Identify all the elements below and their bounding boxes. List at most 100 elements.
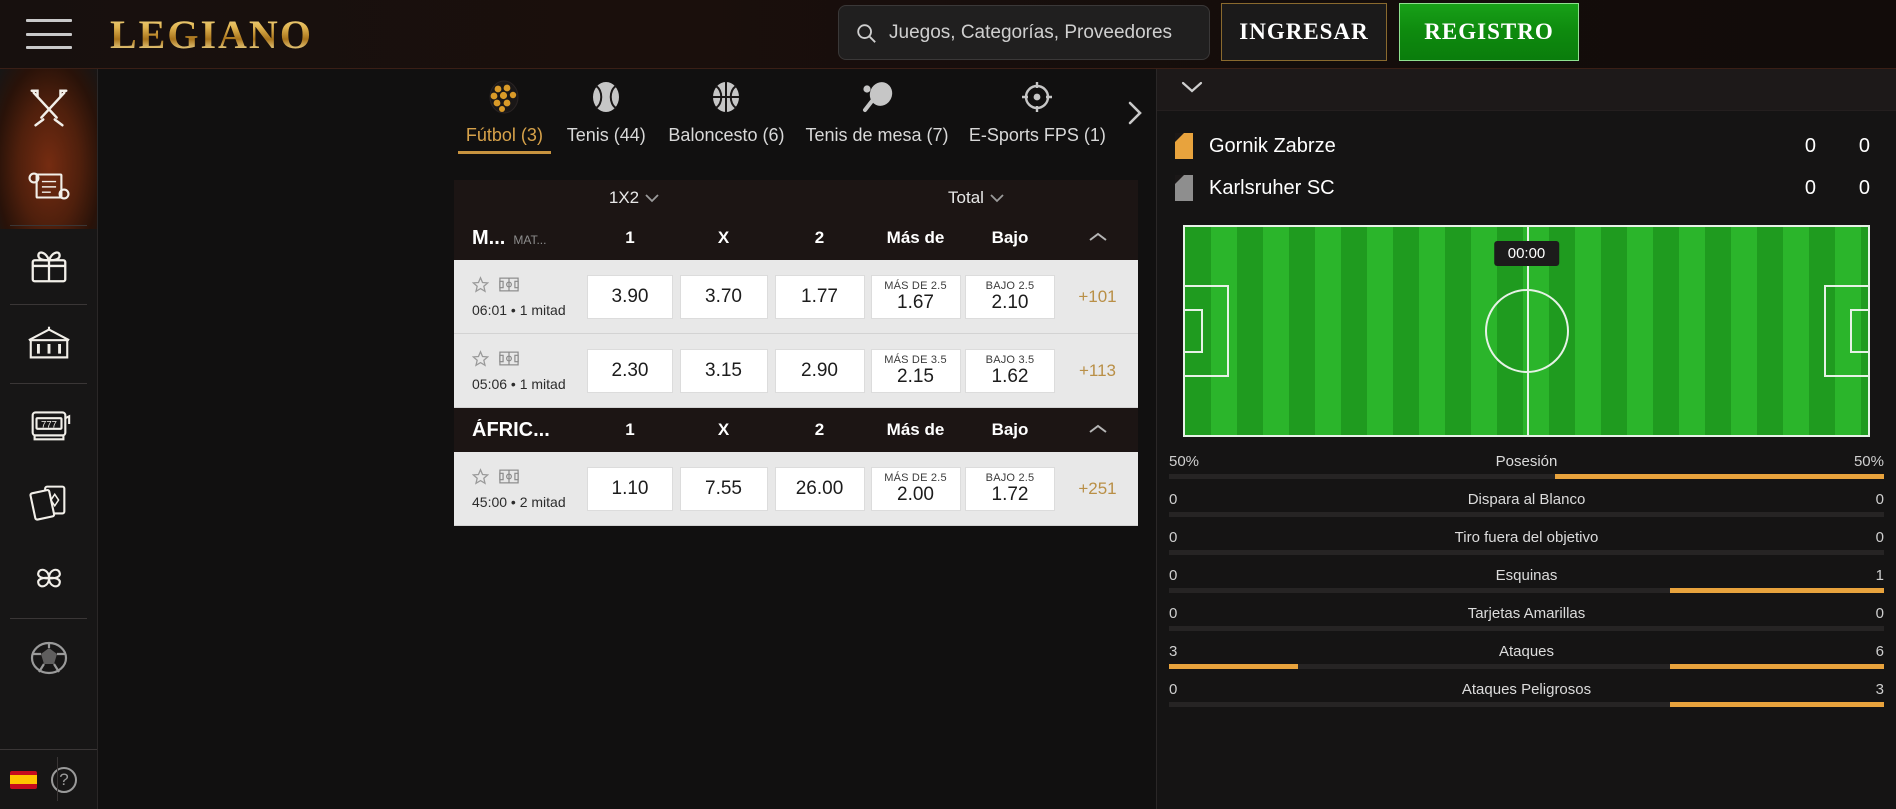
tennis-ball-icon (587, 75, 625, 119)
crosshair-icon (1018, 75, 1056, 119)
live-match-panel: Gornik Zabrze 0 0 Karlsruher SC 0 0 00:0… (1156, 69, 1896, 809)
odd-button-under[interactable]: BAJO 3.5 1.62 (965, 348, 1055, 393)
stat-home-value: 50% (1169, 453, 1200, 470)
stat-bar (1169, 588, 1884, 593)
field-stats-icon[interactable] (499, 469, 519, 489)
hamburger-icon[interactable] (26, 19, 72, 49)
row-icons (471, 275, 584, 298)
brand-logo[interactable]: LEGIANO (110, 11, 313, 58)
stat-bar (1169, 474, 1884, 479)
help-icon[interactable]: ? (51, 766, 77, 793)
group-collapse-button[interactable] (1057, 420, 1138, 440)
sidebar-footer: ? (0, 749, 97, 809)
odd-button-x[interactable]: 7.55 (679, 466, 768, 511)
sidebar-item-bonuses[interactable] (0, 226, 97, 304)
team-badge-home-icon (1175, 133, 1193, 159)
stat-bar (1169, 512, 1884, 517)
login-button[interactable]: INGRESAR (1221, 3, 1387, 61)
market-total-dropdown[interactable]: Total (814, 188, 1138, 208)
away-team-name: Karlsruher SC (1209, 176, 1335, 199)
odd-value: 2.90 (801, 359, 838, 381)
sidebar-item-casino[interactable] (0, 305, 97, 383)
group-collapse-button[interactable] (1057, 228, 1138, 248)
odd-value: 1.77 (801, 285, 838, 307)
odd-button-2[interactable]: 26.00 (774, 466, 865, 511)
odd-value: 2.10 (991, 291, 1029, 313)
league-name-cell: ÁFRIC... (454, 419, 584, 442)
league-group-header[interactable]: ÁFRIC... 1 X 2 Más de Bajo (454, 408, 1138, 452)
odd-button-over[interactable]: MÁS DE 2.5 2.00 (870, 466, 961, 511)
table-row[interactable]: 45:00 • 2 mitad 1.10 7.55 26.00 MÁS DE 2… (454, 452, 1138, 526)
match-meta: 06:01 • 1 mitad (454, 275, 584, 318)
team-badge-away-icon (1175, 175, 1193, 201)
tab-baloncesto[interactable]: Baloncesto (6) (658, 75, 796, 154)
more-markets-link[interactable]: +251 (1078, 479, 1116, 499)
odd-button-under[interactable]: BAJO 2.5 1.72 (965, 466, 1055, 511)
league-group-header[interactable]: M... MAT... 1 X 2 Más de Bajo (454, 216, 1138, 260)
search-input[interactable]: Juegos, Categorías, Proveedores (889, 22, 1172, 44)
more-markets-link[interactable]: +101 (1078, 287, 1116, 307)
odd-button-2[interactable]: 2.90 (774, 348, 865, 393)
sidebar-item-lucky[interactable] (0, 540, 97, 618)
slot-machine-icon: 777 (25, 402, 73, 444)
odd-value: 2.15 (897, 365, 934, 387)
basketball-icon (707, 75, 745, 119)
star-icon[interactable] (471, 467, 490, 490)
odd-label: BAJO 2.5 (985, 279, 1035, 292)
odd-button-2[interactable]: 1.77 (774, 274, 865, 319)
pitch-visualization: 00:00 (1183, 225, 1870, 437)
home-score-b: 0 (1858, 134, 1870, 157)
table-row[interactable]: 05:06 • 1 mitad 2.30 3.15 2.90 MÁS DE 3.… (454, 334, 1138, 408)
odd-button-x[interactable]: 3.15 (679, 348, 768, 393)
field-stats-icon[interactable] (499, 351, 519, 371)
tab-label: Fútbol (3) (465, 125, 543, 145)
scoreboard: Gornik Zabrze 0 0 Karlsruher SC 0 0 (1157, 111, 1896, 215)
top-header: LEGIANO Juegos, Categorías, Proveedores … (0, 0, 1896, 69)
chevron-down-icon (1181, 81, 1203, 99)
away-score-a: 0 (1804, 176, 1816, 199)
table-row[interactable]: 06:01 • 1 mitad 3.90 3.70 1.77 MÁS DE 2.… (454, 260, 1138, 334)
sidebar-item-battles[interactable] (0, 69, 97, 147)
field-stats-icon[interactable] (499, 277, 519, 297)
odd-button-1[interactable]: 2.30 (587, 348, 673, 393)
star-icon[interactable] (471, 349, 490, 372)
chevron-up-icon (1088, 228, 1108, 248)
sidebar-item-table-games[interactable] (0, 462, 97, 540)
odd-button-1[interactable]: 3.90 (587, 274, 673, 319)
gift-box-icon (26, 243, 72, 287)
market-1x2-dropdown[interactable]: 1X2 (454, 188, 814, 208)
spain-flag-icon[interactable] (10, 770, 37, 789)
search-bar[interactable]: Juegos, Categorías, Proveedores (838, 5, 1210, 60)
tab-futbol[interactable]: Fútbol (3) (454, 75, 555, 154)
sidebar-item-sports[interactable] (0, 619, 97, 697)
stat-row: 0 Ataques Peligrosos 3 (1169, 681, 1884, 707)
sidebar-item-quests[interactable] (0, 147, 97, 225)
match-time: 05:06 • 1 mitad (472, 375, 566, 392)
odd-button-x[interactable]: 3.70 (679, 274, 768, 319)
chevron-right-icon (1124, 98, 1146, 133)
column-header-under: Bajo (991, 420, 1029, 439)
table-tennis-icon (857, 75, 897, 119)
panel-collapse-button[interactable] (1157, 69, 1896, 111)
sidebar-items: 777 (0, 69, 97, 697)
tab-esports-fps[interactable]: E-Sports FPS (1) (959, 75, 1117, 154)
odd-button-over[interactable]: MÁS DE 2.5 1.67 (870, 274, 961, 319)
odd-label: MÁS DE 2.5 (884, 279, 947, 292)
row-icons (471, 467, 584, 490)
stat-away-value: 0 (1875, 605, 1884, 622)
odd-button-under[interactable]: BAJO 2.5 2.10 (965, 274, 1055, 319)
tabs-next-button[interactable] (1116, 90, 1154, 140)
stat-label: Dispara al Blanco (1467, 491, 1586, 508)
stat-bar (1169, 664, 1884, 669)
sidebar-item-slots[interactable]: 777 (0, 384, 97, 462)
tab-tenis[interactable]: Tenis (44) (555, 75, 658, 154)
star-icon[interactable] (471, 275, 490, 298)
tab-tenis-de-mesa[interactable]: Tenis de mesa (7) (795, 75, 958, 154)
odd-button-over[interactable]: MÁS DE 3.5 2.15 (870, 348, 961, 393)
more-markets-link[interactable]: +113 (1079, 361, 1116, 381)
team-row-home: Gornik Zabrze 0 0 (1175, 125, 1870, 167)
match-timer: 00:00 (1493, 241, 1560, 266)
odd-button-1[interactable]: 1.10 (587, 466, 673, 511)
odd-value: 1.10 (611, 477, 649, 499)
register-button[interactable]: REGISTRO (1399, 3, 1579, 61)
